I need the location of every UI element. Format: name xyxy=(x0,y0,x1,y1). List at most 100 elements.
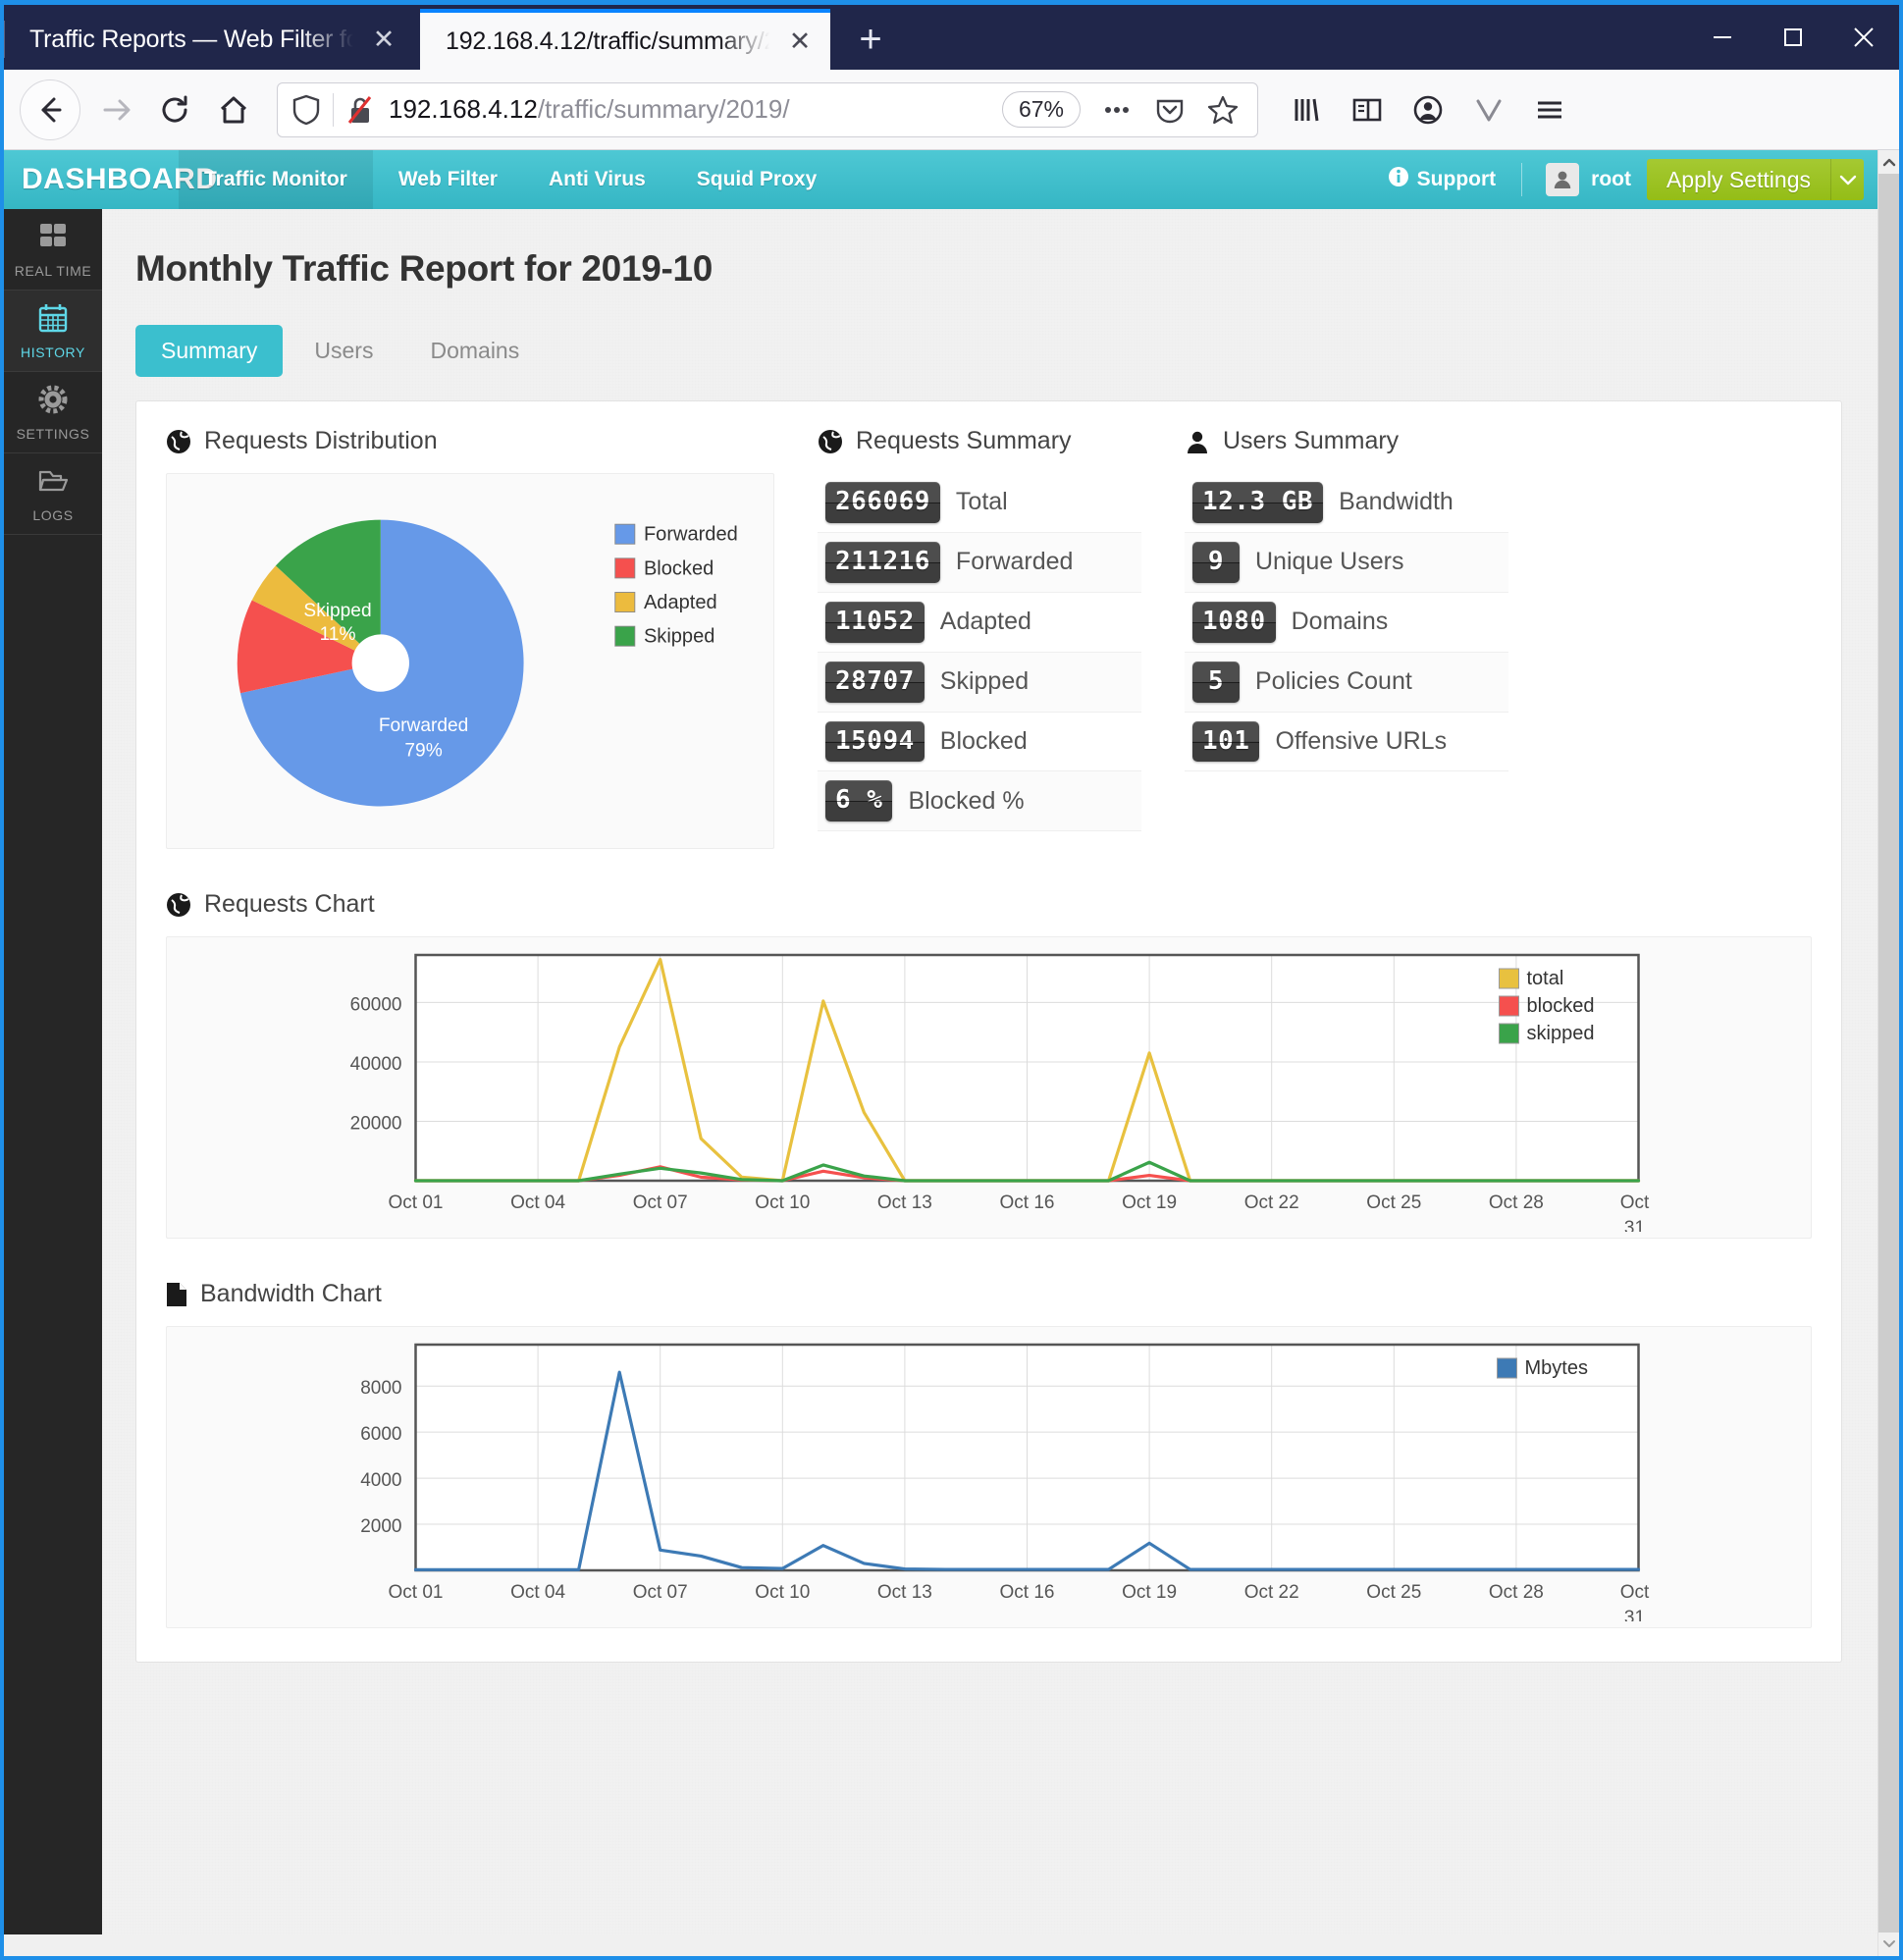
topnav-item-web-filter[interactable]: Web Filter xyxy=(373,150,523,209)
vivaldi-icon[interactable] xyxy=(1458,79,1519,140)
sidebar-item-label: HISTORY xyxy=(21,344,85,360)
requests-chart-plot: 20000 40000 60000 Oct 01 Oct 04 Oct 07 Oct 10 O… xyxy=(179,947,1799,1232)
stat-label: Bandwidth xyxy=(1339,488,1454,516)
svg-text:Oct 04: Oct 04 xyxy=(510,1582,565,1603)
page-title: Monthly Traffic Report for 2019-10 xyxy=(135,248,714,289)
account-icon[interactable] xyxy=(1398,79,1458,140)
bandwidth-chart-heading: Bandwidth Chart xyxy=(166,1280,1812,1308)
users-summary-heading: Users Summary xyxy=(1185,427,1508,455)
url-bar[interactable]: 192.168.4.12/traffic/summary/2019/ 67% xyxy=(277,81,1258,137)
requests-summary-heading: Requests Summary xyxy=(818,427,1141,455)
svg-text:blocked: blocked xyxy=(1527,995,1595,1017)
tab-users[interactable]: Users xyxy=(289,325,398,377)
page-actions-icon[interactable] xyxy=(1090,83,1143,136)
close-button[interactable] xyxy=(1828,5,1899,70)
vertical-scrollbar[interactable] xyxy=(1877,150,1899,1956)
svg-text:31: 31 xyxy=(1624,1608,1645,1621)
reload-icon[interactable] xyxy=(145,80,204,139)
window-controls xyxy=(1687,5,1899,70)
sidebar-icon[interactable] xyxy=(1337,79,1398,140)
scroll-down-arrow-icon[interactable] xyxy=(1878,1933,1899,1956)
sidebar-item-settings[interactable]: SETTINGS xyxy=(4,372,102,453)
svg-text:Oct: Oct xyxy=(1620,1582,1650,1603)
section-title: Bandwidth Chart xyxy=(200,1280,382,1307)
stat-label: Forwarded xyxy=(955,548,1074,576)
apply-settings-caret-icon[interactable] xyxy=(1830,159,1864,200)
page-area: DASHBOARD Traffic Monitor Web Filter Ant… xyxy=(4,150,1877,1956)
library-icon[interactable] xyxy=(1276,79,1337,140)
stat-label: Adapted xyxy=(939,608,1031,636)
app-top-navigation: DASHBOARD Traffic Monitor Web Filter Ant… xyxy=(4,150,1877,209)
stat-value: 15094 xyxy=(825,720,925,763)
stat-row-blocked-pct: 6 % Blocked % xyxy=(818,771,1141,832)
stat-row-offensive-urls: 101 Offensive URLs xyxy=(1185,713,1508,772)
bookmark-star-icon[interactable] xyxy=(1196,83,1249,136)
back-icon[interactable] xyxy=(20,79,80,140)
zoom-level-badge[interactable]: 67% xyxy=(1001,91,1081,128)
maximize-button[interactable] xyxy=(1758,5,1828,70)
shield-icon[interactable] xyxy=(291,94,321,126)
apply-settings-button[interactable]: Apply Settings xyxy=(1646,159,1830,200)
svg-text:Oct 28: Oct 28 xyxy=(1489,1582,1544,1603)
users-summary-column: Users Summary 12.3 GB Bandwidth 9 Unique… xyxy=(1185,427,1508,849)
section-title: Users Summary xyxy=(1223,427,1400,454)
topnav-item-squid-proxy[interactable]: Squid Proxy xyxy=(671,150,843,209)
stat-row-total: 266069 Total xyxy=(818,473,1141,533)
svg-text:Oct 28: Oct 28 xyxy=(1489,1192,1544,1213)
requests-distribution-column: Requests Distribution Skipped 11% Forwar… xyxy=(166,427,774,849)
support-button[interactable]: Support xyxy=(1370,166,1513,193)
svg-text:Oct 13: Oct 13 xyxy=(877,1192,932,1213)
bandwidth-line-chart-svg: 2000 4000 6000 8000 Oct 01 Oct 04 Oct 07 Oct 10… xyxy=(331,1337,1650,1621)
stat-row-policies-count: 5 Policies Count xyxy=(1185,652,1508,713)
pocket-icon[interactable] xyxy=(1143,83,1196,136)
app-sidebar: REAL TIME HISTORY SETTINGS LOGS xyxy=(4,209,102,1934)
forward-icon[interactable] xyxy=(86,80,145,139)
globe-icon xyxy=(818,429,843,454)
tab-domains[interactable]: Domains xyxy=(404,325,545,377)
stat-row-blocked: 15094 Blocked xyxy=(818,713,1141,772)
new-tab-button[interactable]: + xyxy=(842,11,899,68)
user-menu[interactable]: root xyxy=(1530,163,1647,196)
menu-icon[interactable] xyxy=(1519,79,1580,140)
tab-close-icon[interactable]: ✕ xyxy=(783,25,817,58)
svg-text:40000: 40000 xyxy=(350,1054,402,1075)
requests-chart-heading: Requests Chart xyxy=(166,890,1812,919)
stat-value: 1080 xyxy=(1192,601,1276,643)
broken-lock-icon[interactable] xyxy=(345,94,375,126)
globe-icon xyxy=(166,892,191,918)
browser-tab-1[interactable]: 192.168.4.12/traffic/summary/2019/ ✕ xyxy=(420,9,830,70)
topnav-right-group: Support root Apply Settings xyxy=(1370,150,1877,209)
horizontal-scrollbar[interactable] xyxy=(4,1934,1877,1956)
home-icon[interactable] xyxy=(204,80,263,139)
bandwidth-chart-section: Bandwidth Chart 2000 4000 6000 8000 Oct 01 Oc… xyxy=(166,1280,1812,1628)
file-icon xyxy=(166,1282,187,1307)
grid-icon xyxy=(37,221,69,257)
sidebar-item-logs[interactable]: LOGS xyxy=(4,453,102,535)
svg-text:Oct 22: Oct 22 xyxy=(1244,1582,1299,1603)
stat-label: Unique Users xyxy=(1255,548,1404,576)
stat-row-domains: 1080 Domains xyxy=(1185,593,1508,653)
sidebar-item-real-time[interactable]: REAL TIME xyxy=(4,209,102,291)
browser-tab-0[interactable]: Traffic Reports — Web Filter for You ✕ xyxy=(4,9,414,70)
minimize-button[interactable] xyxy=(1687,5,1758,70)
svg-text:Oct 19: Oct 19 xyxy=(1122,1582,1177,1603)
scroll-track[interactable] xyxy=(1878,174,1899,1933)
sidebar-item-label: SETTINGS xyxy=(16,425,90,442)
svg-text:Oct 25: Oct 25 xyxy=(1366,1192,1421,1213)
svg-text:2000: 2000 xyxy=(360,1516,401,1537)
stat-value: 6 % xyxy=(825,780,893,822)
topnav-item-anti-virus[interactable]: Anti Virus xyxy=(523,150,671,209)
tab-summary[interactable]: Summary xyxy=(135,325,284,377)
scroll-up-arrow-icon[interactable] xyxy=(1878,150,1899,174)
svg-text:Oct 10: Oct 10 xyxy=(755,1582,810,1603)
tab-close-icon[interactable]: ✕ xyxy=(367,23,400,56)
topnav-item-traffic-monitor[interactable]: Traffic Monitor xyxy=(179,150,373,209)
page-viewport: DASHBOARD Traffic Monitor Web Filter Ant… xyxy=(4,150,1899,1956)
tab-title: Traffic Reports — Web Filter for You xyxy=(29,25,353,53)
stat-value: 266069 xyxy=(825,482,940,523)
stat-row-adapted: 11052 Adapted xyxy=(818,593,1141,653)
svg-text:79%: 79% xyxy=(404,740,442,761)
tab-strip: Traffic Reports — Web Filter for You ✕ 1… xyxy=(4,5,1899,70)
svg-text:11%: 11% xyxy=(320,624,356,645)
sidebar-item-history[interactable]: HISTORY xyxy=(4,291,102,372)
